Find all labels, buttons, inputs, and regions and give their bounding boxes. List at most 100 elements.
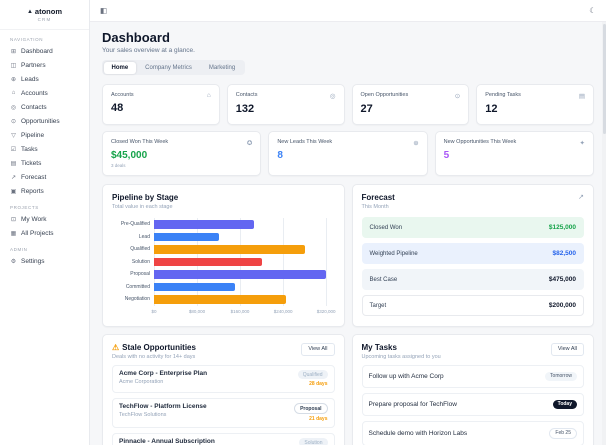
card-new-opportunities-week: New Opportunities This Week ✦ 5 <box>434 131 594 176</box>
stale-view-all-button[interactable]: View All <box>301 342 335 356</box>
vertical-scrollbar[interactable] <box>602 22 606 445</box>
sidebar-item-label: Tickets <box>21 159 42 167</box>
sidebar-item-tasks[interactable]: ☑ Tasks <box>0 142 89 156</box>
tab-home[interactable]: Home <box>103 61 137 74</box>
stage-badge: Qualified <box>297 370 328 379</box>
opportunity-title: TechFlow - Platform License <box>119 403 207 410</box>
sidebar-item-settings[interactable]: ⚙ Settings <box>0 254 89 268</box>
pipeline-chart-title: Pipeline by Stage <box>112 193 179 202</box>
dashboard-icon: ⊞ <box>10 48 17 55</box>
chart-category-label: Solution <box>131 258 150 265</box>
chart-bar-track <box>154 257 332 266</box>
chart-row: Committed <box>112 281 335 294</box>
stat-value: 132 <box>235 103 255 115</box>
page-title: Dashboard <box>102 30 170 45</box>
stat-value: 27 <box>360 103 373 115</box>
chart-row: Negotiation <box>112 293 335 306</box>
dashboard-tabs: Home Company Metrics Marketing <box>102 60 245 75</box>
sidebar-item-label: Settings <box>21 257 45 265</box>
sidebar-item-reports[interactable]: ▣ Reports <box>0 184 89 198</box>
chart-bar <box>154 257 262 266</box>
opportunity-company: TechFlow Solutions <box>119 412 167 418</box>
brand-logo: ▲ atonom CRM <box>0 0 89 30</box>
chart-bar <box>154 295 286 304</box>
task-item-follow-up-acme[interactable]: Follow up with Acme Corp Tomorrow <box>361 364 584 388</box>
forecast-subtitle: This Month <box>361 204 389 210</box>
tab-marketing[interactable]: Marketing <box>201 62 243 74</box>
tab-company-metrics[interactable]: Company Metrics <box>137 62 200 74</box>
x-axis-tick-label: $240,000 <box>273 308 293 314</box>
sidebar-item-forecast[interactable]: ↗ Forecast <box>0 170 89 184</box>
highlight-note <box>277 163 418 168</box>
card-closed-won-week: Closed Won This Week ✪ $45,000 3 deals <box>102 131 262 176</box>
highlight-value: $45,000 <box>111 150 148 161</box>
task-title: Schedule demo with Horizon Labs <box>368 429 468 437</box>
chart-bar-track <box>154 295 332 304</box>
sidebar-item-tickets[interactable]: ▤ Tickets <box>0 156 89 170</box>
sidebar-item-label: Opportunities <box>21 117 60 125</box>
building-icon: ⌂ <box>11 90 16 96</box>
sidebar-item-opportunities[interactable]: ⊙ Opportunities <box>0 114 89 128</box>
stat-value: 12 <box>485 103 498 115</box>
stat-label: Open Opportunities <box>360 92 409 98</box>
highlight-note: 3 deals <box>111 163 126 168</box>
sidebar-item-label: Partners <box>21 61 46 69</box>
stat-label: Pending Tasks <box>485 92 521 98</box>
trending-up-icon: ↗ <box>578 194 584 201</box>
task-item-demo-horizon[interactable]: Schedule demo with Horizon Labs Feb 25 <box>361 420 584 445</box>
pipeline-chart-body: Pre-Qualified Lead Qualified Solution Propos… <box>112 218 335 306</box>
chart-bar <box>154 232 219 241</box>
ticket-icon: ▤ <box>10 160 17 167</box>
sidebar-toggle-icon[interactable]: ◧ <box>100 6 107 15</box>
stale-item-acme[interactable]: Acme Corp - Enterprise Plan Acme Corpora… <box>112 364 335 393</box>
sidebar-item-all-projects[interactable]: ▦ All Projects <box>0 226 89 240</box>
stale-item-techflow[interactable]: TechFlow - Platform License TechFlow Sol… <box>112 397 335 428</box>
stale-days: 21 days <box>309 416 328 422</box>
dashboard-content: Dashboard Your sales overview at a glanc… <box>90 22 606 445</box>
sidebar-item-leads[interactable]: ⊕ Leads <box>0 72 89 86</box>
forecast-row-closed-won: Closed Won $125,000 <box>361 217 584 238</box>
sparkle-icon: ✦ <box>579 140 585 147</box>
forecast-rows: Closed Won $125,000 Weighted Pipeline $8… <box>361 217 584 316</box>
highlights-row: Closed Won This Week ✪ $45,000 3 deals N… <box>102 131 594 176</box>
gear-icon: ⚙ <box>10 258 17 265</box>
users-icon: ◎ <box>10 104 17 111</box>
trending-up-icon: ↗ <box>10 174 17 181</box>
sidebar: ▲ atonom CRM Navigation ⊞ Dashboard ◫ Pa… <box>0 0 90 445</box>
chart-bar-track <box>154 245 332 254</box>
tasks-view-all-button[interactable]: View All <box>550 342 584 356</box>
sidebar-item-accounts[interactable]: ⌂ Accounts <box>0 86 89 100</box>
sidebar-item-pipeline[interactable]: ▽ Pipeline <box>0 128 89 142</box>
my-tasks-subtitle: Upcoming tasks assigned to you <box>361 353 441 360</box>
pipeline-chart-subtitle: Total value in each stage <box>112 204 173 210</box>
stage-badge: Solution <box>299 438 328 445</box>
chart-category-label: Committed <box>125 283 150 290</box>
sidebar-item-my-work[interactable]: ⊡ My Work <box>0 212 89 226</box>
chart-bar-track <box>154 232 332 241</box>
pipeline-chart-x-axis: $0 $80,000 $160,000 $240,000 $320,000 <box>151 308 335 318</box>
forecast-row-value: $200,000 <box>548 302 576 309</box>
chart-bar-track <box>154 282 332 291</box>
scrollbar-thumb[interactable] <box>602 24 606 134</box>
task-item-proposal-techflow[interactable]: Prepare proposal for TechFlow Today <box>361 392 584 416</box>
chart-bar <box>154 220 254 229</box>
stat-value: 48 <box>111 102 124 114</box>
chart-row: Solution <box>112 256 335 269</box>
main-area: ◧ ☾ Dashboard Your sales overview at a g… <box>90 0 606 445</box>
stale-opportunities-panel: ⚠ Stale Opportunities Deals with no acti… <box>102 333 345 445</box>
sidebar-item-label: My Work <box>21 215 47 223</box>
forecast-panel: Forecast This Month ↗ Closed Won $125,00… <box>351 184 594 327</box>
forecast-row-value: $82,500 <box>552 250 577 257</box>
sidebar-item-dashboard[interactable]: ⊞ Dashboard <box>0 44 89 58</box>
task-title: Follow up with Acme Corp <box>368 372 444 380</box>
sidebar-item-contacts[interactable]: ◎ Contacts <box>0 100 89 114</box>
due-badge: Tomorrow <box>545 371 577 381</box>
target-icon: ⊙ <box>10 118 17 125</box>
theme-toggle-icon[interactable]: ☾ <box>589 6 596 15</box>
forecast-row-weighted-pipeline: Weighted Pipeline $82,500 <box>361 243 584 264</box>
checklist-icon: ☑ <box>10 146 17 153</box>
sidebar-item-label: Tasks <box>21 145 38 153</box>
stat-card-accounts: Accounts ⌂ 48 <box>102 84 220 125</box>
sidebar-item-partners[interactable]: ◫ Partners <box>0 58 89 72</box>
stale-item-pinnacle[interactable]: Pinnacle - Annual Subscription Pinnacle … <box>112 432 335 445</box>
